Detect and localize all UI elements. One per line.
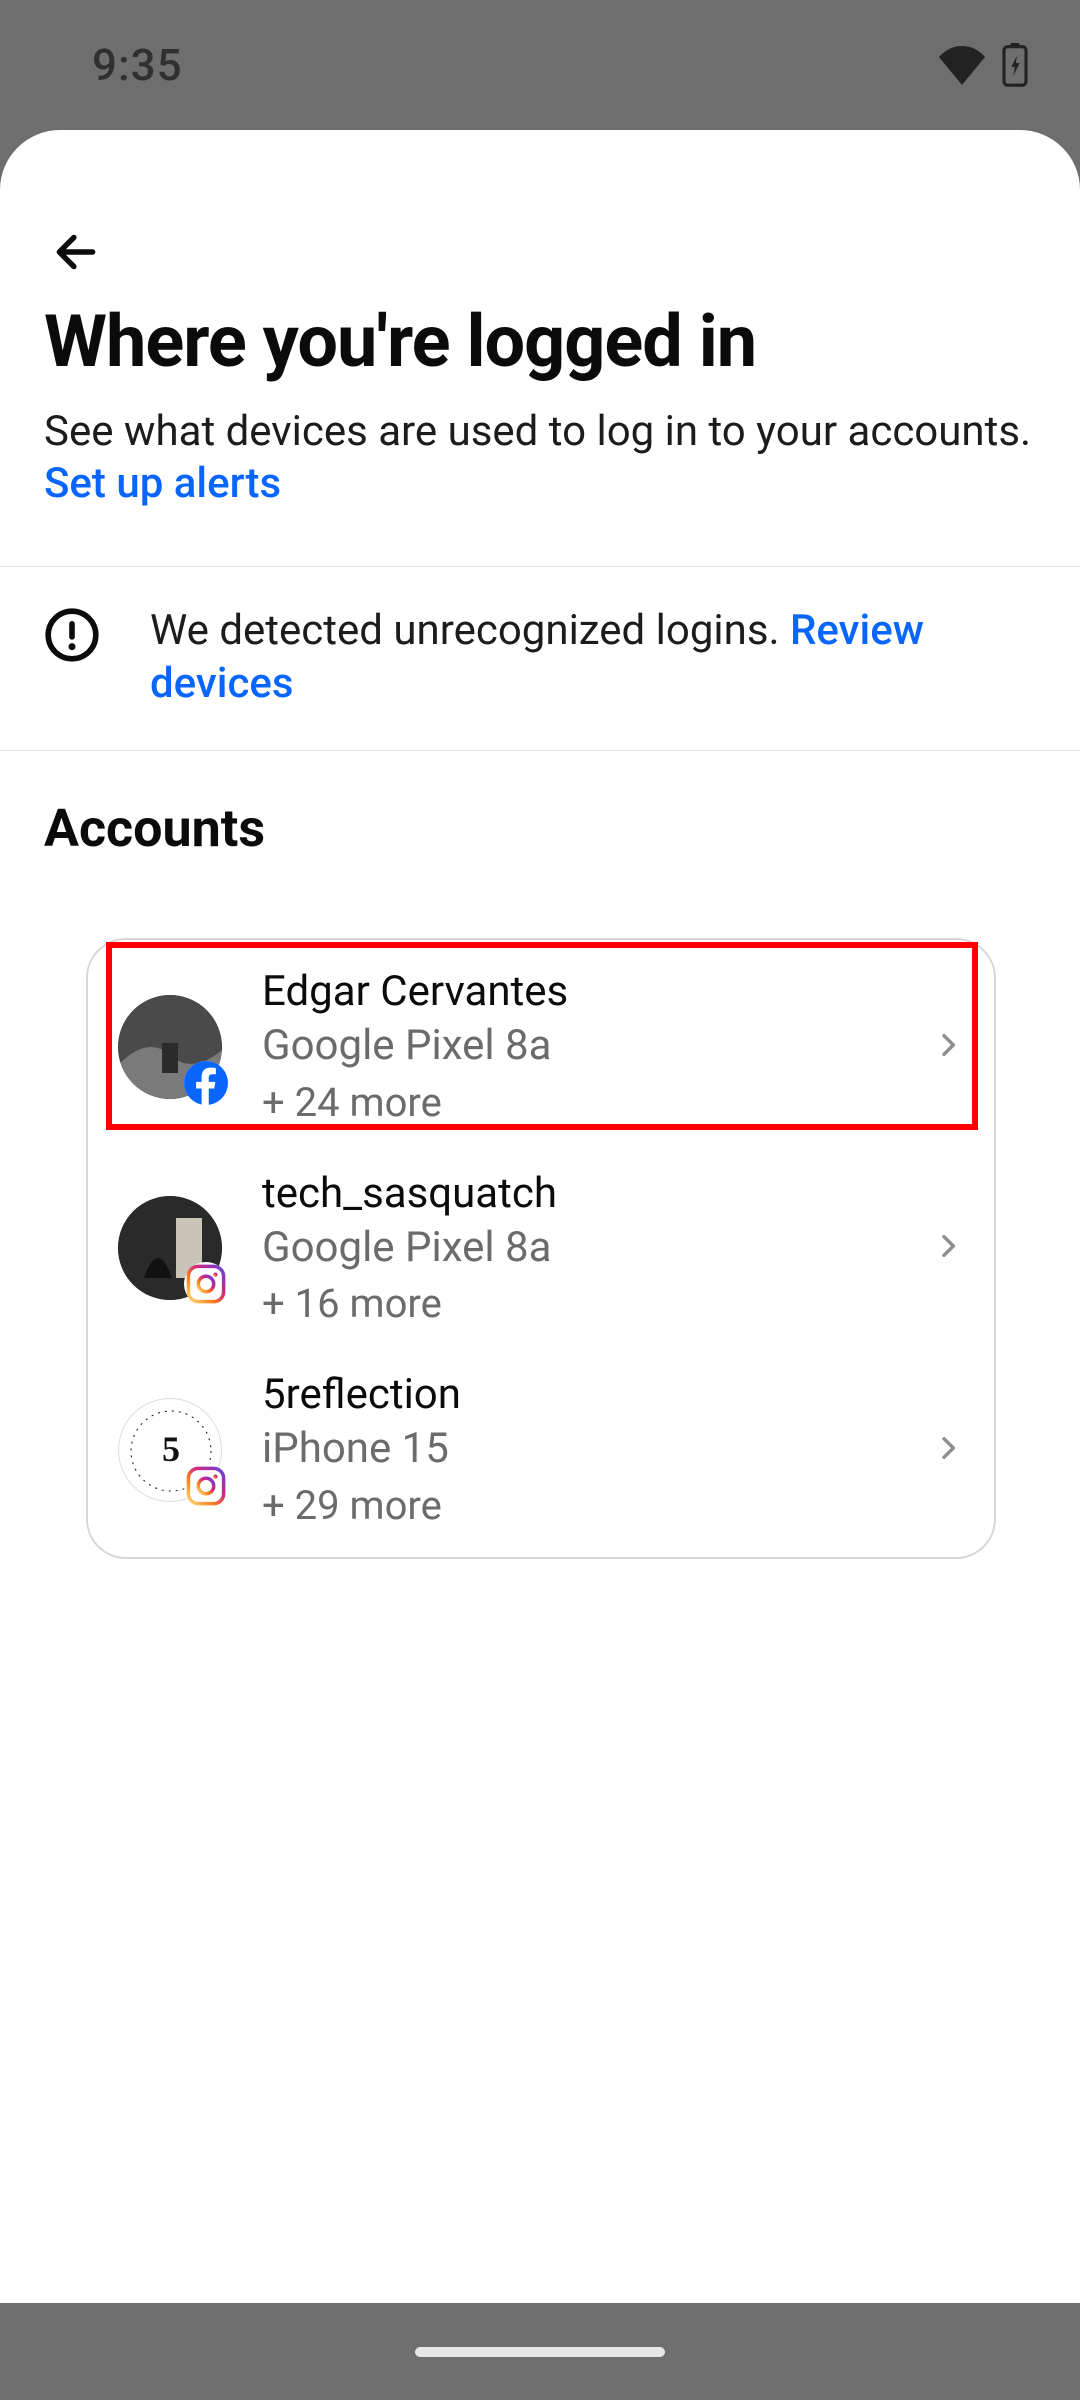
account-info: tech_sasquatch Google Pixel 8a + 16 more [262,1170,922,1328]
account-more-count: + 29 more [262,1482,922,1529]
back-button[interactable] [44,220,108,284]
account-more-count: + 16 more [262,1280,922,1327]
unrecognized-login-alert: We detected unrecognized logins. Review … [0,566,1080,751]
header-subtitle: See what devices are used to log in to y… [44,406,1036,511]
chevron-right-icon [932,1432,964,1468]
header-block: Where you're logged in See what devices … [44,304,1036,511]
account-row-edgar-cervantes[interactable]: Edgar Cervantes Google Pixel 8a + 24 mor… [88,946,994,1148]
set-up-alerts-link[interactable]: Set up alerts [44,459,281,508]
alert-message: We detected unrecognized logins. [150,606,790,655]
account-row-5reflection[interactable]: 5 5reflection iPhone 15 + 29 more [88,1349,994,1551]
avatar-wrap [118,1196,222,1300]
instagram-badge-icon [184,1262,228,1306]
account-more-count: + 24 more [262,1079,922,1126]
account-device: Google Pixel 8a [262,1022,922,1070]
battery-icon [1000,43,1030,87]
chevron-right-icon [932,1230,964,1266]
exclamation-circle-icon [44,607,100,663]
status-icons [938,43,1030,87]
avatar-wrap: 5 [118,1398,222,1502]
accounts-heading: Accounts [44,798,265,859]
account-name: tech_sasquatch [262,1170,922,1218]
account-info: 5reflection iPhone 15 + 29 more [262,1371,922,1529]
account-row-tech-sasquatch[interactable]: tech_sasquatch Google Pixel 8a + 16 more [88,1148,994,1350]
facebook-badge-icon [184,1061,228,1105]
account-name: 5reflection [262,1371,922,1419]
svg-text:5: 5 [162,1429,180,1469]
accounts-card: Edgar Cervantes Google Pixel 8a + 24 mor… [86,938,996,1559]
navigation-bar [0,2303,1080,2400]
page-title: Where you're logged in [44,304,1036,380]
avatar-wrap [118,995,222,1099]
status-time: 9:35 [92,39,183,91]
alert-text: We detected unrecognized logins. Review … [150,605,1036,710]
account-info: Edgar Cervantes Google Pixel 8a + 24 mor… [262,968,922,1126]
account-device: Google Pixel 8a [262,1224,922,1272]
arrow-left-icon [51,227,101,277]
account-device: iPhone 15 [262,1425,922,1473]
account-name: Edgar Cervantes [262,968,922,1016]
chevron-right-icon [932,1029,964,1065]
alert-icon-wrap [44,607,100,667]
status-bar: 9:35 [0,0,1080,130]
phone-frame: 9:35 Where you're logged in See what dev… [0,0,1080,2400]
wifi-icon [938,45,986,85]
bottom-sheet: Where you're logged in See what devices … [0,130,1080,2303]
subtitle-text: See what devices are used to log in to y… [44,407,1031,456]
instagram-badge-icon [184,1464,228,1508]
home-indicator[interactable] [415,2347,665,2357]
